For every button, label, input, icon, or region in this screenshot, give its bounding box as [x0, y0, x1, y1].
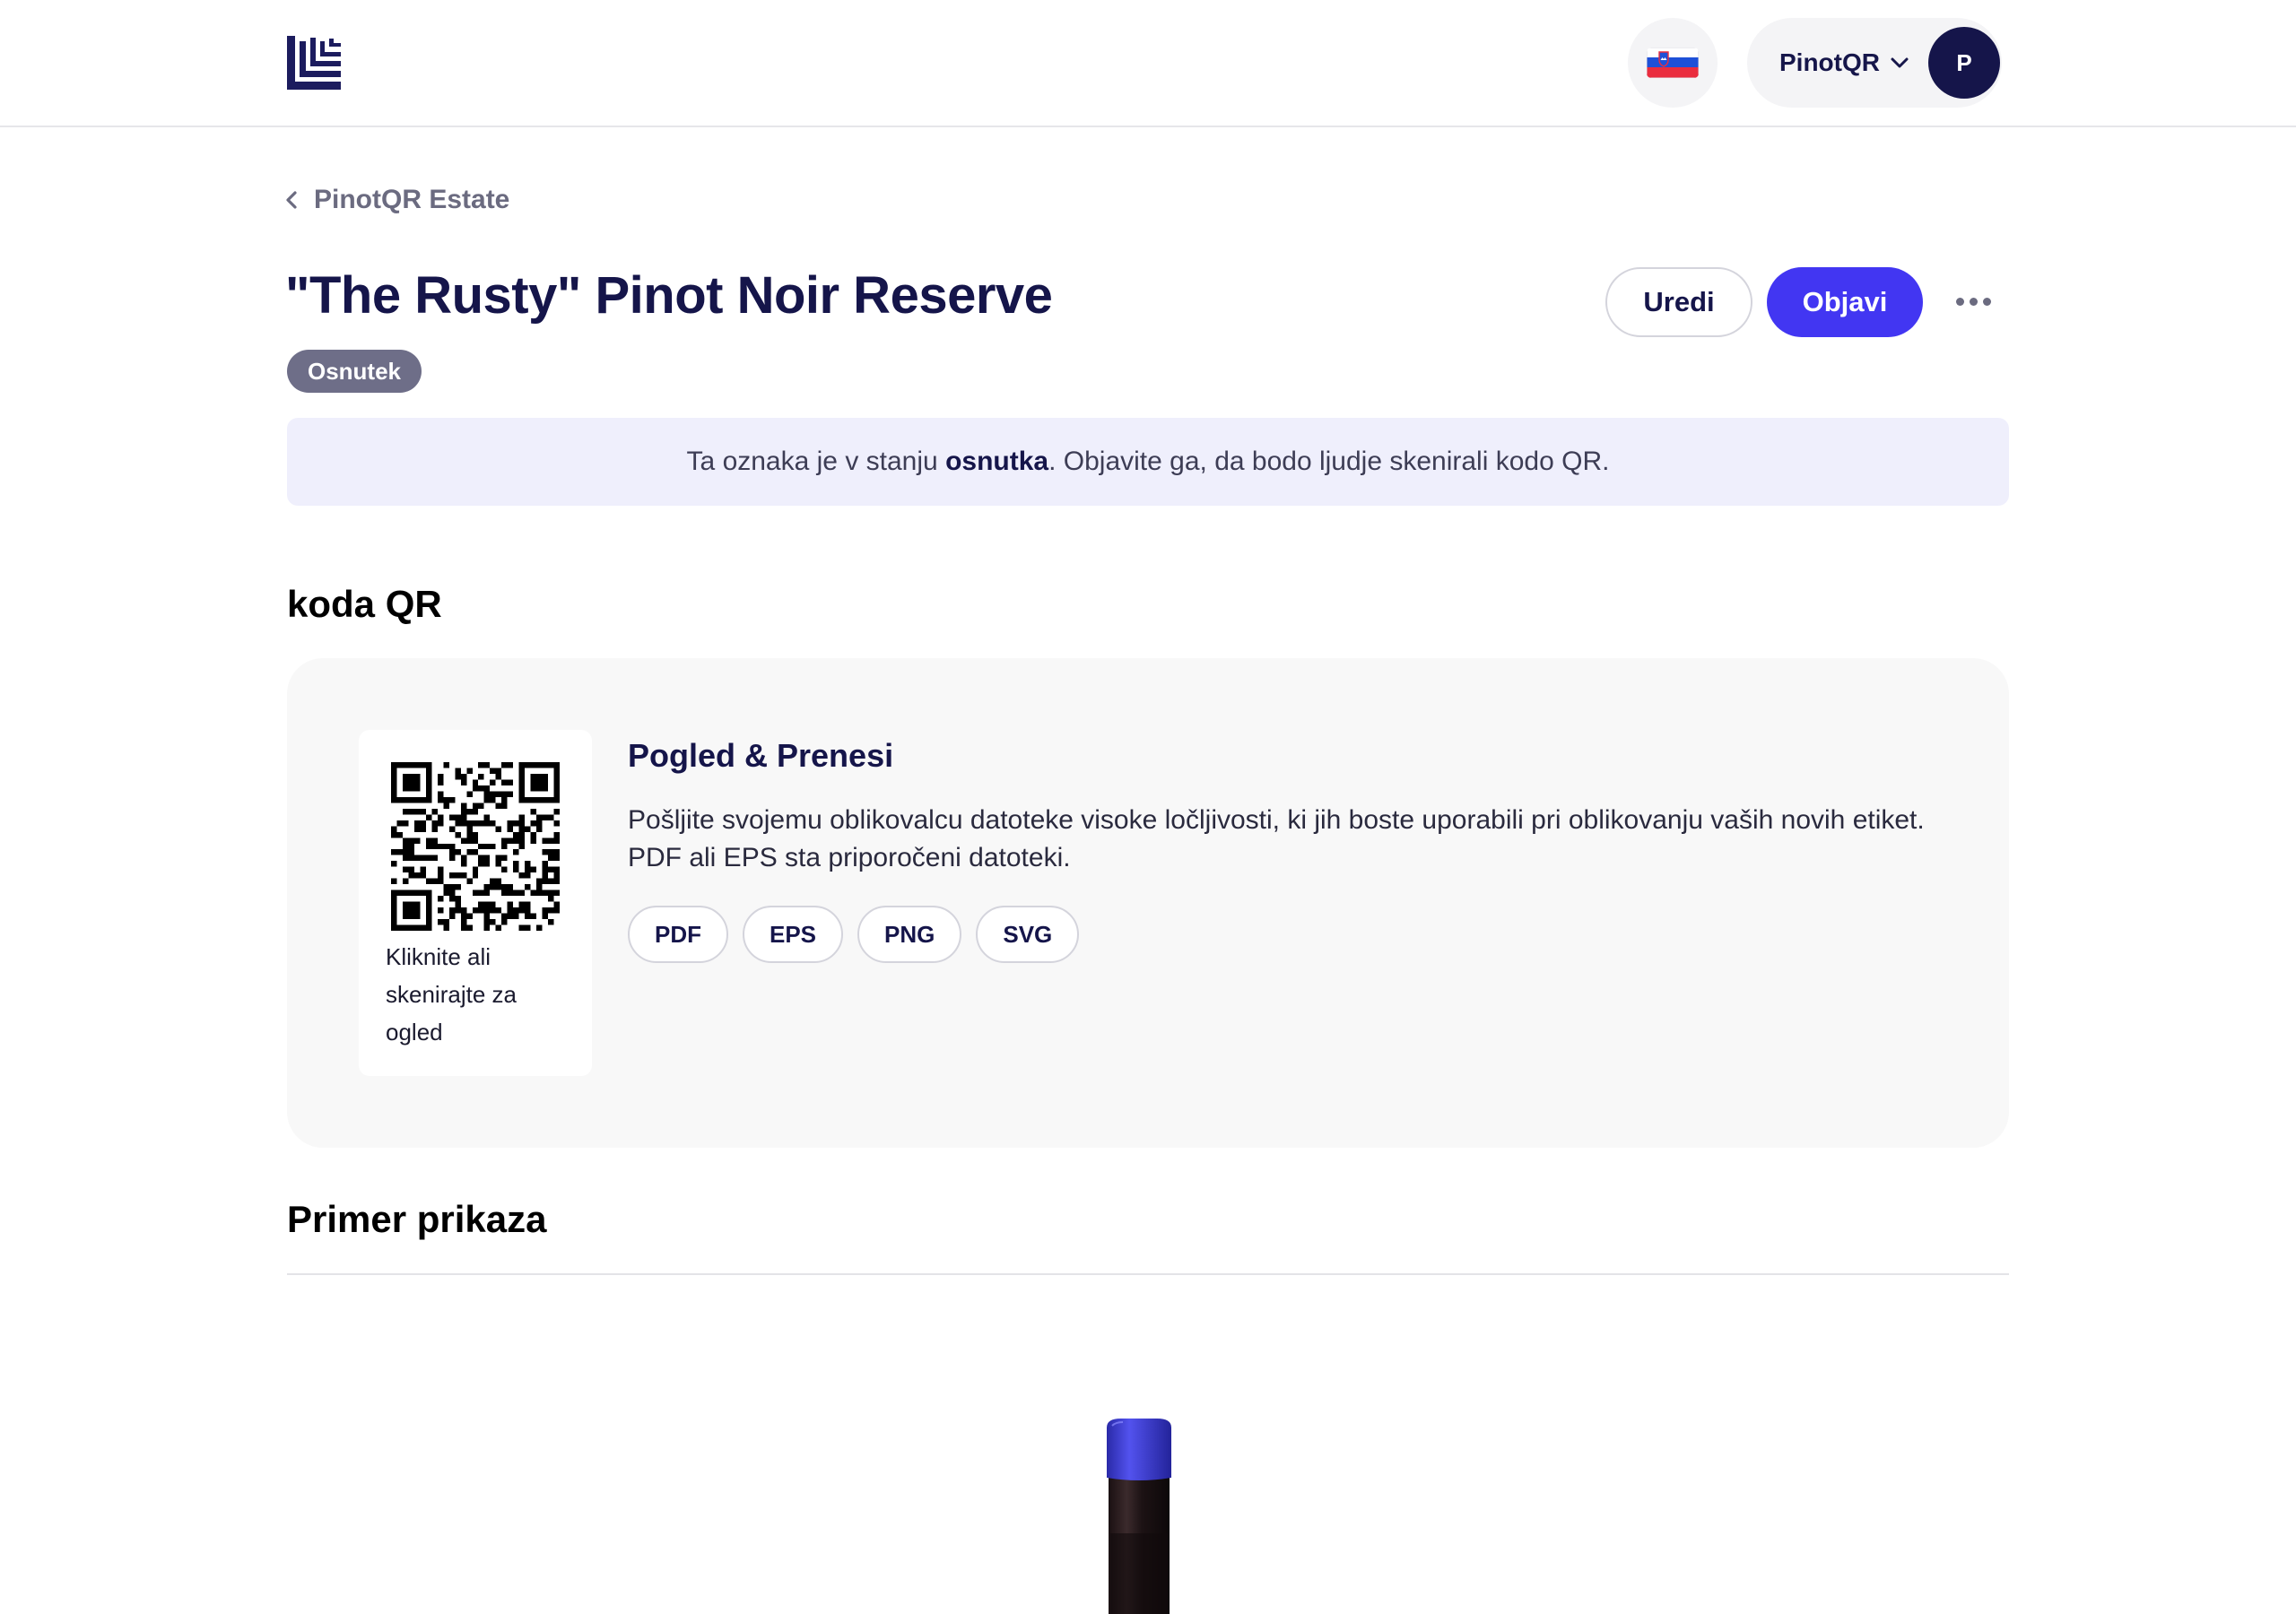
dot [1969, 297, 1978, 306]
format-buttons: PDF EPS PNG SVG [628, 906, 1080, 963]
publish-button[interactable]: Objavi [1767, 267, 1923, 337]
download-title: Pogled & Prenesi [628, 737, 894, 774]
qr-finder-pattern-3 [391, 889, 432, 931]
download-description: Pošljite svojemu oblikovalcu datoteke vi… [628, 805, 1925, 872]
stacked-lines-logo-icon[interactable] [287, 36, 341, 90]
more-options-icon[interactable] [1946, 278, 2000, 325]
preview-section-title: Primer prikaza [287, 1198, 547, 1240]
chevron-down-icon [1891, 57, 1909, 68]
qr-caption: Kliknite ali skenirajte za ogled [386, 943, 517, 1046]
draft-notice-banner: Ta oznaka je v stanju osnutka. Objavite … [287, 418, 2009, 506]
dot [1955, 297, 1964, 306]
account-menu-button[interactable]: PinotQR P [1747, 18, 2002, 108]
avatar: P [1928, 27, 2000, 99]
flag-si-icon [1647, 48, 1699, 78]
page-title: "The Rusty" Pinot Noir Reserve [285, 266, 1053, 325]
download-svg-button[interactable]: SVG [976, 906, 1080, 963]
wine-bottle-preview [1107, 1419, 1171, 1614]
qr-code-image[interactable] [391, 762, 560, 931]
download-pdf-button[interactable]: PDF [628, 906, 728, 963]
notice-text-after: . Objavite ga, da bodo ljudje skenirali … [1048, 447, 1610, 476]
breadcrumb-link[interactable]: PinotQR Estate [314, 185, 509, 215]
qr-preview-tile[interactable]: Kliknite ali skenirajte za ogled [359, 730, 592, 1076]
breadcrumb[interactable]: PinotQR Estate [285, 179, 509, 221]
qr-section-title: koda QR [287, 583, 442, 625]
download-eps-button[interactable]: EPS [743, 906, 844, 963]
chevron-left-icon [286, 191, 297, 209]
qr-finder-pattern-1 [391, 762, 432, 803]
edit-button[interactable]: Uredi [1605, 267, 1752, 337]
notice-text-bold: osnutka [945, 447, 1049, 476]
download-png-button[interactable]: PNG [857, 906, 962, 963]
account-name: PinotQR [1779, 48, 1880, 76]
qr-finder-pattern-2 [518, 762, 560, 803]
dot [1982, 297, 1991, 306]
section-divider [287, 1273, 2009, 1275]
language-selector-button[interactable] [1628, 18, 1718, 108]
notice-text-before: Ta oznaka je v stanju [686, 447, 946, 476]
top-navigation-bar: PinotQR P [0, 0, 2296, 127]
status-badge: Osnutek [287, 350, 422, 393]
qr-card: Kliknite ali skenirajte za ogled Pogled … [287, 658, 2009, 1148]
